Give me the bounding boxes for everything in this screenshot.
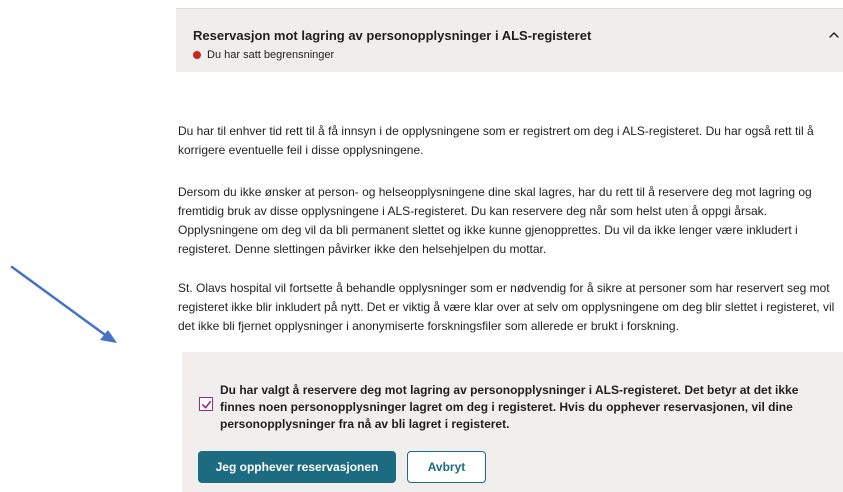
info-paragraph-access: Du har til enhver tid rett til å få inns… [178,124,814,157]
chevron-up-icon[interactable] [828,29,840,41]
info-paragraph-hospital: St. Olavs hospital vil fortsette å behan… [178,281,835,333]
page: Reservasjon mot lagring av personopplysn… [0,0,843,492]
status-dot-icon [193,51,201,59]
confirm-text: Du har valgt å reservere deg mot lagring… [220,383,799,431]
accordion-header[interactable]: Reservasjon mot lagring av personopplysn… [176,8,843,72]
accordion-title: Reservasjon mot lagring av personopplysn… [193,28,592,43]
checkmark-icon [201,400,211,409]
annotation-arrow-icon [10,265,117,343]
info-paragraph-reservation: Dersom du ikke ønsker at person- og hels… [178,185,812,256]
status-text: Du har satt begrensninger [207,49,335,61]
cancel-button[interactable]: Avbryt [407,451,486,483]
confirm-panel: Du har valgt å reservere deg mot lagring… [182,352,843,492]
confirm-checkbox[interactable] [199,397,213,411]
status-row: Du har satt begrensninger [193,49,334,61]
revoke-reservation-button[interactable]: Jeg opphever reservasjonen [198,451,396,483]
